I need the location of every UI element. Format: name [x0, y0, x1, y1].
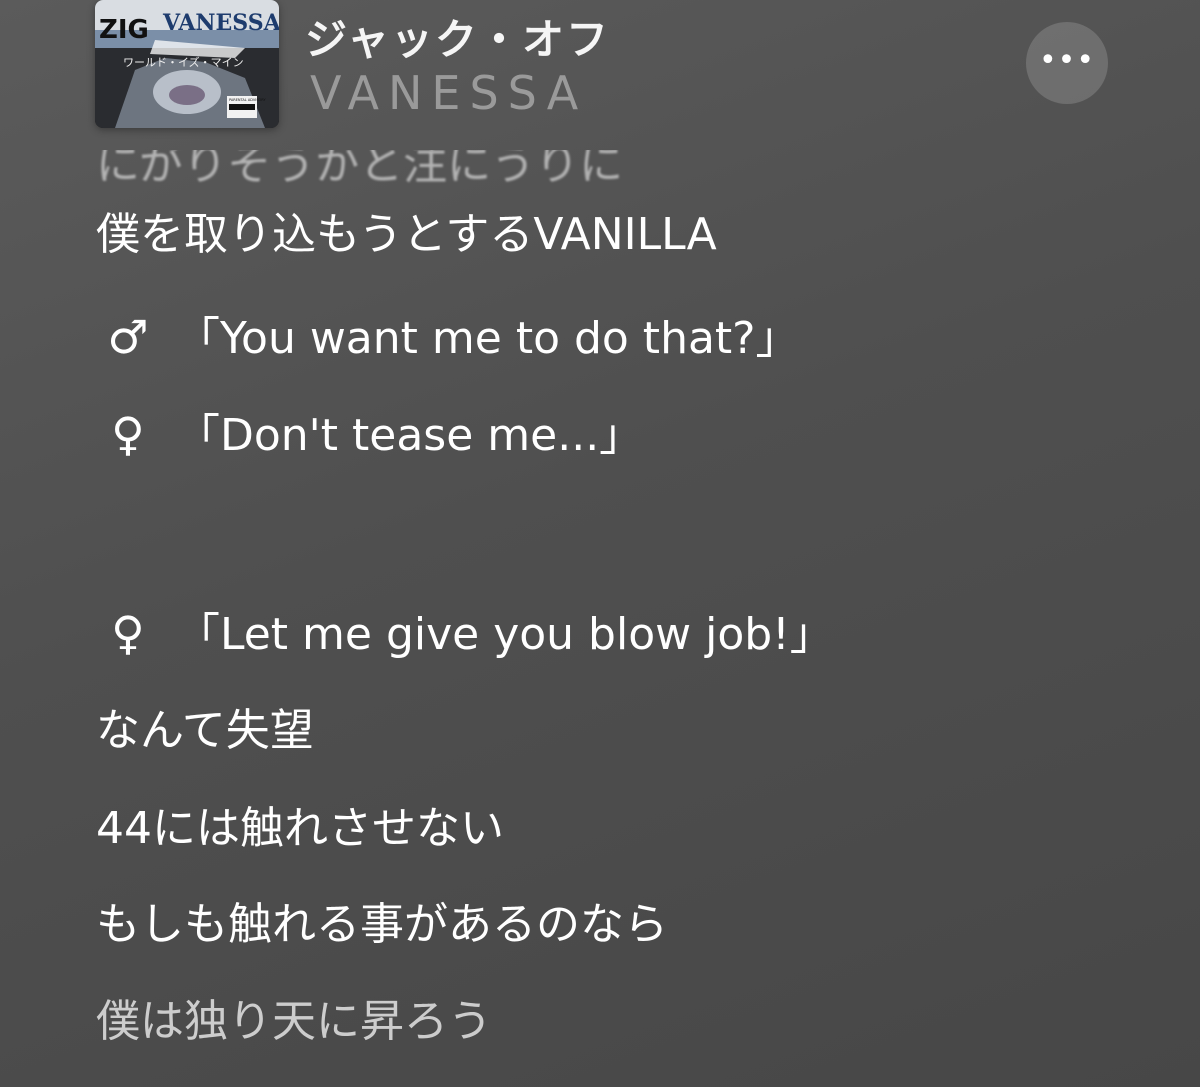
lyric-text: 「Let me give you blow job!」 — [176, 609, 834, 660]
lyric-text: 僕は独り天に昇ろう — [96, 996, 492, 1047]
lyric-line[interactable]: 僕は独り天に昇ろう — [96, 994, 492, 1050]
now-playing-header: ZIG VANESSA ワールド・イズ・マイン PARENTAL ADVISOR… — [0, 0, 1200, 140]
artist-name[interactable]: VANESSA — [310, 66, 587, 120]
artwork-logo: ZIG — [99, 15, 149, 45]
female-symbol-icon: ♀ — [111, 606, 145, 660]
artwork-subtitle: ワールド・イズ・マイン — [123, 55, 244, 69]
ellipsis-icon: ••• — [1038, 43, 1096, 78]
lyric-line[interactable]: ♂ 「You want me to do that?」 — [96, 309, 800, 367]
artwork-advisory-label: PARENTAL ADVISORY — [229, 98, 267, 102]
female-symbol-icon: ♀ — [111, 407, 145, 461]
artwork-band-name: VANESSA — [162, 10, 279, 36]
male-symbol-icon: ♂ — [107, 310, 149, 364]
lyric-text: 「You want me to do that?」 — [176, 313, 800, 364]
lyric-line[interactable]: なんて失望 — [96, 703, 314, 759]
lyric-text: もしも触れる事があるのなら — [96, 899, 668, 950]
lyric-text: 44には触れさせない — [96, 803, 504, 854]
album-artwork-image: ZIG VANESSA ワールド・イズ・マイン PARENTAL ADVISOR… — [95, 0, 279, 128]
lyric-text: 僕を取り込もうとするVANILLA — [96, 209, 717, 260]
more-options-button[interactable]: ••• — [1026, 22, 1108, 104]
lyric-text: 「Don't tease me...」 — [176, 410, 644, 461]
lyric-line[interactable]: ♀ 「Let me give you blow job!」 — [96, 605, 834, 663]
lyric-text: なんて失望 — [96, 705, 314, 756]
song-title: ジャック・オフ — [305, 15, 611, 64]
lyric-line[interactable]: 僕を取り込もうとするVANILLA — [96, 207, 717, 263]
album-artwork[interactable]: ZIG VANESSA ワールド・イズ・マイン PARENTAL ADVISOR… — [95, 0, 279, 128]
lyric-line[interactable]: 44には触れさせない — [96, 801, 504, 857]
lyric-line[interactable]: もしも触れる事があるのなら — [96, 897, 668, 953]
lyric-line[interactable]: ♀ 「Don't tease me...」 — [96, 406, 643, 464]
